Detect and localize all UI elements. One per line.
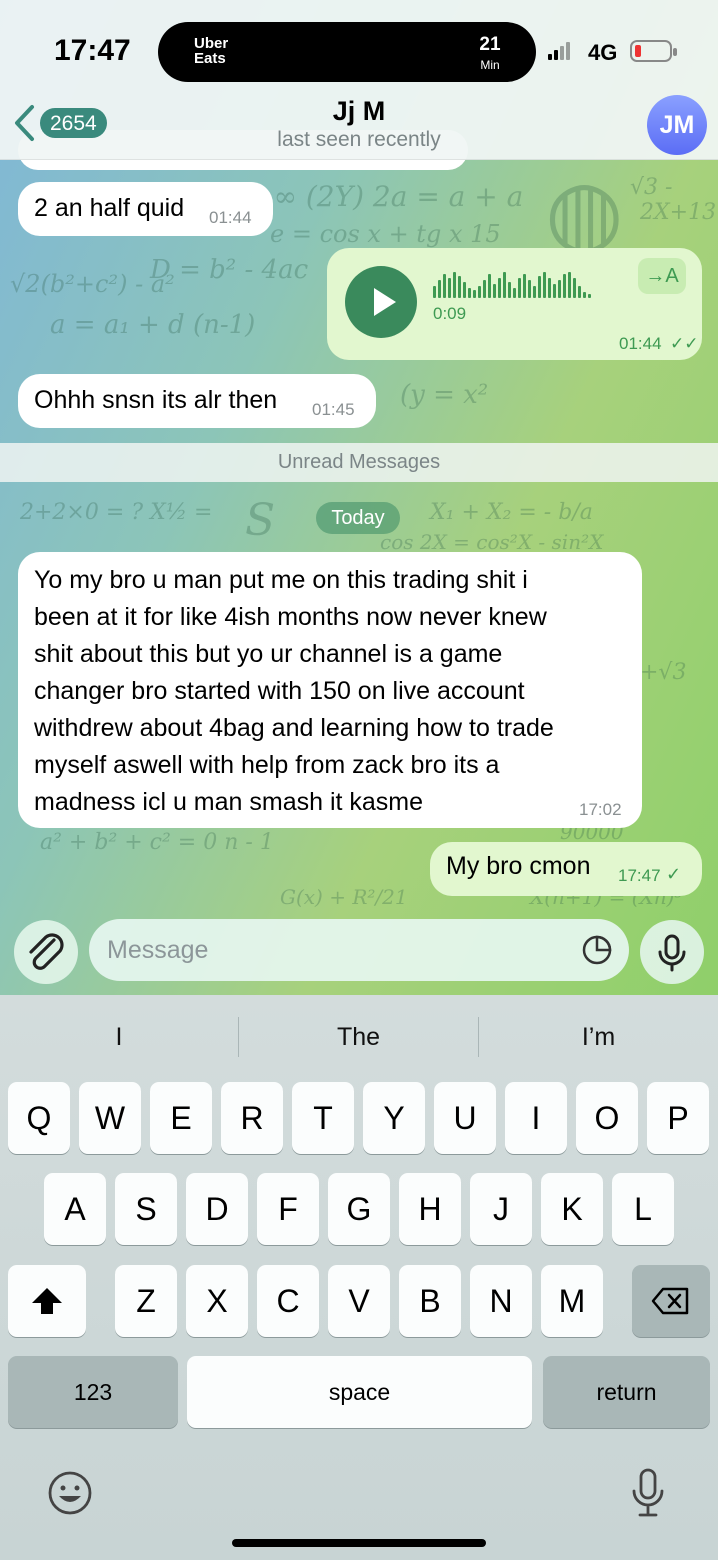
message-time: 17:47 (618, 866, 661, 885)
message-line: Yo my bro u man put me on this trading s… (34, 566, 528, 594)
emoji-icon[interactable] (47, 1470, 93, 1516)
message-line: been at it for like 4ish months now neve… (34, 603, 547, 631)
message-incoming-long[interactable]: Yo my bro u man put me on this trading s… (18, 552, 642, 828)
key-h[interactable]: H (399, 1173, 461, 1245)
delete-key[interactable] (632, 1265, 710, 1337)
key-s[interactable]: S (115, 1173, 177, 1245)
message-outgoing[interactable]: My bro cmon 17:47 ✓ (430, 842, 702, 896)
message-line: madness icl u man smash it kasme (34, 788, 424, 816)
play-button[interactable] (345, 266, 417, 338)
date-separator: Today (316, 502, 400, 534)
battery-icon (630, 40, 677, 62)
key-z[interactable]: Z (115, 1265, 177, 1337)
status-time: 17:47 (54, 34, 131, 67)
key-k[interactable]: K (541, 1173, 603, 1245)
key-r[interactable]: R (221, 1082, 283, 1154)
unread-messages-separator: Unread Messages (0, 443, 718, 482)
network-type: 4G (588, 40, 618, 65)
message-line: myself aswell with help from zack bro it… (34, 751, 500, 779)
voice-record-button[interactable] (640, 920, 704, 984)
message-text: Yo my bro u man put me on this trading s… (34, 562, 554, 821)
key-n[interactable]: N (470, 1265, 532, 1337)
message-placeholder: Message (107, 936, 209, 964)
signal-icon (548, 42, 570, 60)
space-key[interactable]: space (187, 1356, 532, 1428)
key-i[interactable]: I (505, 1082, 567, 1154)
message-line: changer bro started with 150 on live acc… (34, 677, 525, 705)
waveform[interactable] (433, 270, 591, 298)
suggestion-1[interactable]: I (0, 1017, 238, 1057)
home-indicator (232, 1539, 486, 1547)
avatar[interactable]: JM (647, 95, 707, 155)
numbers-key[interactable]: 123 (8, 1356, 178, 1428)
key-e[interactable]: E (150, 1082, 212, 1154)
delete-icon (651, 1287, 689, 1315)
key-o[interactable]: O (576, 1082, 638, 1154)
key-j[interactable]: J (470, 1173, 532, 1245)
message-incoming[interactable]: 2 an half quid 01:44 (18, 182, 273, 236)
double-check-icon: ✓✓ (670, 334, 699, 353)
brand-line: Eats (194, 50, 226, 67)
voice-message-outgoing[interactable]: 0:09 →A 01:44 ✓✓ (327, 248, 702, 360)
paperclip-icon (29, 933, 64, 970)
suggestion-2[interactable]: The (239, 1017, 478, 1057)
check-icon: ✓ (666, 864, 682, 884)
contact-status: last seen recently (277, 128, 441, 151)
key-m[interactable]: M (541, 1265, 603, 1337)
key-y[interactable]: Y (363, 1082, 425, 1154)
key-x[interactable]: X (186, 1265, 248, 1337)
message-text: Ohhh snsn its alr then (34, 386, 278, 414)
voice-duration: 0:09 (433, 304, 467, 323)
key-f[interactable]: F (257, 1173, 319, 1245)
key-b[interactable]: B (399, 1265, 461, 1337)
dynamic-island[interactable]: Uber Eats 21 Min (158, 22, 536, 82)
composer-bar: Message (0, 910, 718, 995)
shift-key[interactable] (8, 1265, 86, 1337)
brand-line: Uber (194, 35, 229, 52)
keyboard: I The I’m Q W E R T Y U I O P A S D F G … (0, 995, 718, 1560)
key-l[interactable]: L (612, 1173, 674, 1245)
key-t[interactable]: T (292, 1082, 354, 1154)
message-text: 2 an half quid (34, 194, 185, 222)
message-line: withdrew about 4bag and learning how to … (34, 714, 554, 742)
message-incoming[interactable]: Ohhh snsn its alr then 01:45 (18, 374, 376, 428)
contact-name[interactable]: Jj M (0, 96, 718, 127)
message-time: 01:45 (312, 400, 355, 419)
sticker-icon[interactable] (581, 934, 613, 966)
key-d[interactable]: D (186, 1173, 248, 1245)
key-v[interactable]: V (328, 1265, 390, 1337)
transcribe-button[interactable]: →A (638, 258, 686, 294)
eta-unit: Min (480, 58, 500, 72)
key-g[interactable]: G (328, 1173, 390, 1245)
attach-button[interactable] (14, 920, 78, 984)
key-a[interactable]: A (44, 1173, 106, 1245)
suggestion-3[interactable]: I’m (479, 1017, 718, 1057)
message-time: 17:02 (579, 800, 622, 819)
key-p[interactable]: P (647, 1082, 709, 1154)
dictation-microphone-icon[interactable] (628, 1467, 668, 1519)
message-input[interactable]: Message (89, 919, 629, 981)
microphone-icon (658, 934, 686, 972)
uber-eats-logo: Uber Eats (194, 36, 254, 66)
shift-icon (32, 1288, 62, 1314)
chat-header: 17:47 Uber Eats 21 Min 4G 2654 Jj M last… (0, 0, 718, 160)
message-line: shit about this but yo ur channel is a g… (34, 640, 503, 668)
key-q[interactable]: Q (8, 1082, 70, 1154)
message-time: 01:44 (619, 334, 662, 353)
return-key[interactable]: return (543, 1356, 710, 1428)
eta-value: 21 (479, 34, 501, 55)
message-time: 01:44 (209, 208, 252, 227)
key-w[interactable]: W (79, 1082, 141, 1154)
key-c[interactable]: C (257, 1265, 319, 1337)
message-text: My bro cmon (446, 852, 591, 880)
key-u[interactable]: U (434, 1082, 496, 1154)
